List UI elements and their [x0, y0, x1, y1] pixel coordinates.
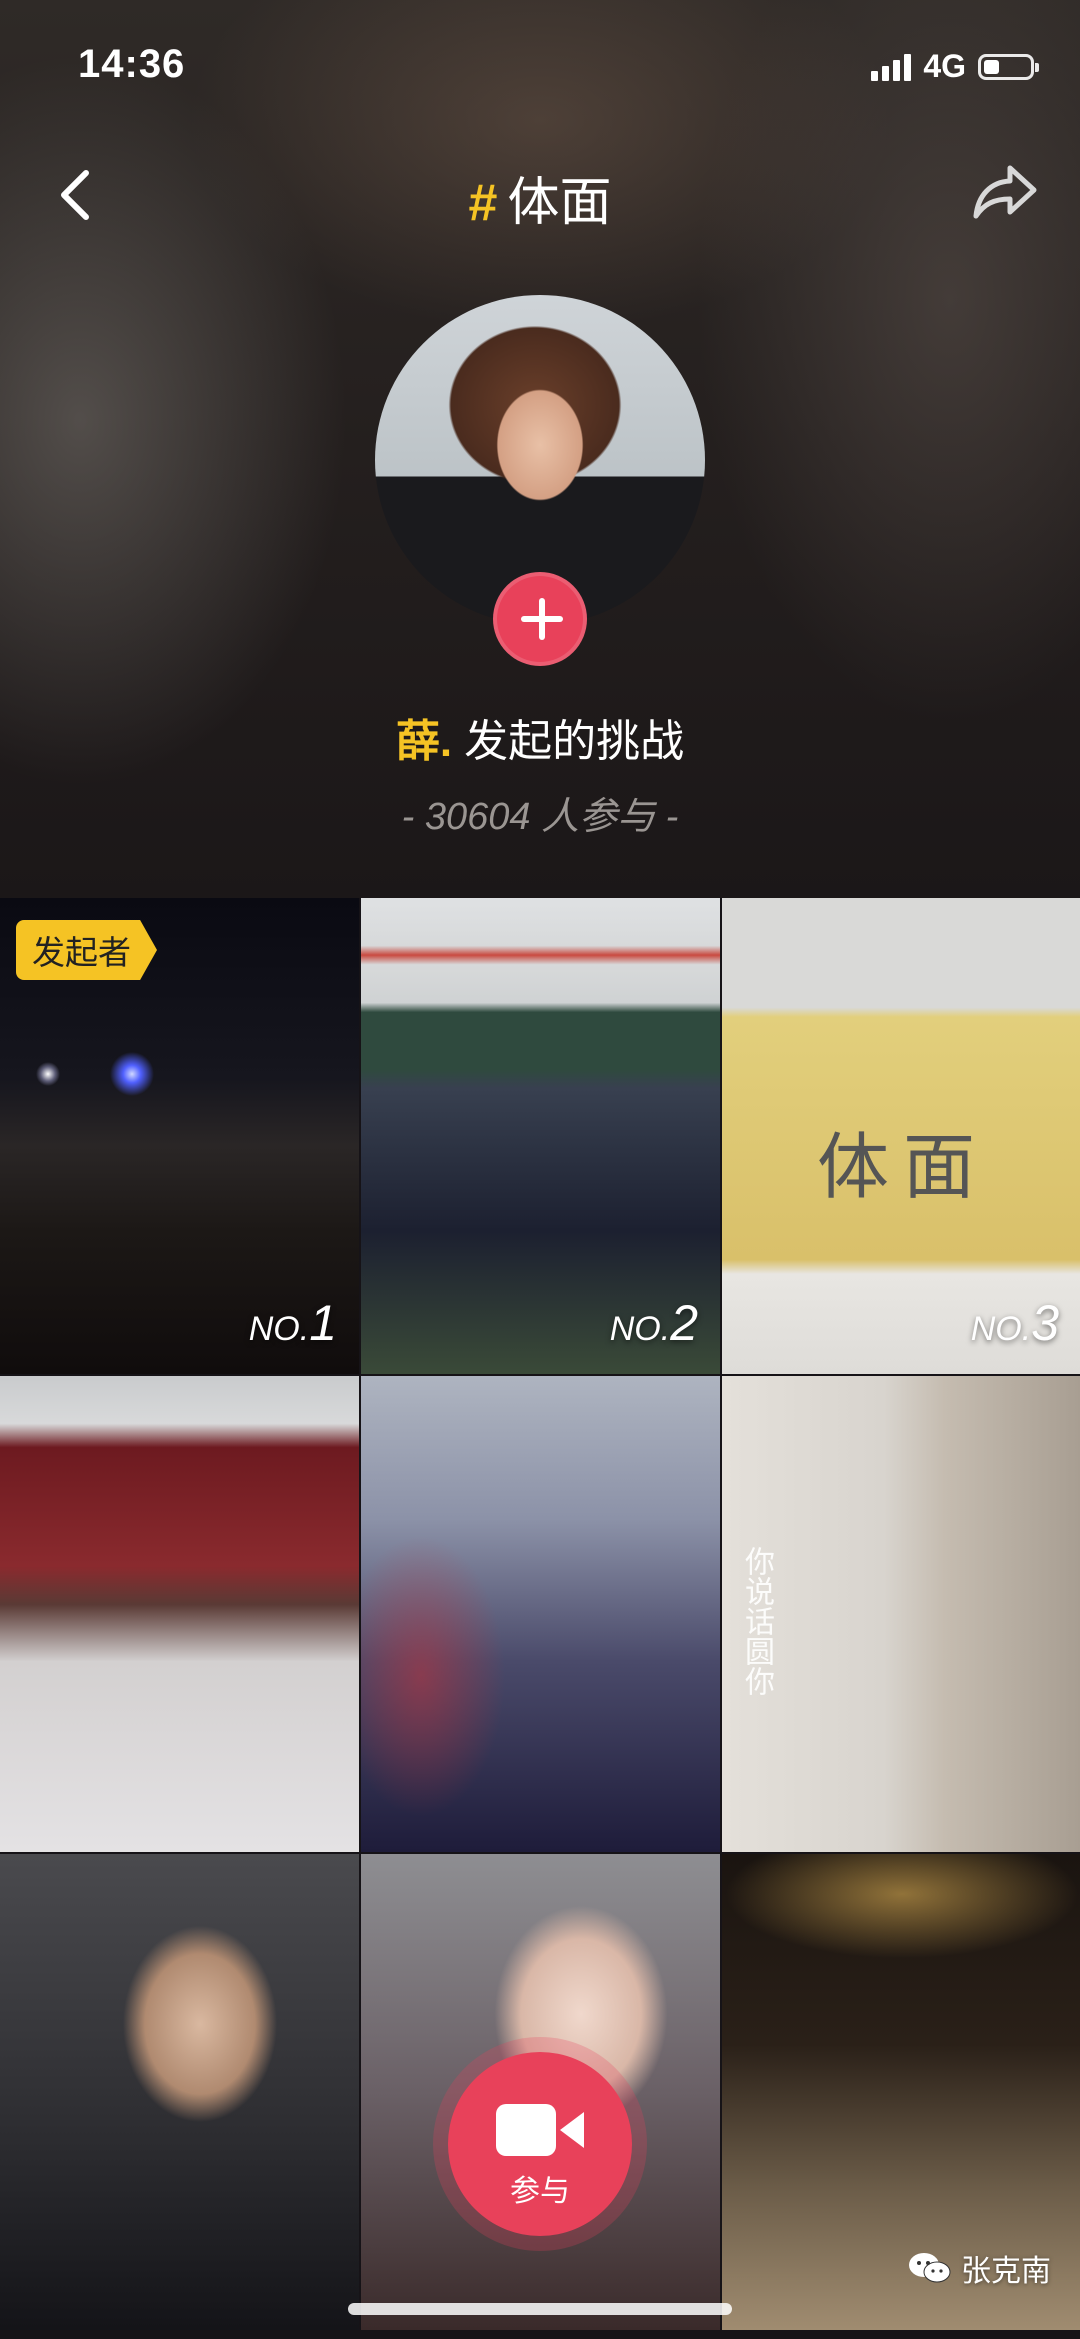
video-thumbnail-9[interactable]: 张克南: [722, 1854, 1080, 2330]
creator-name[interactable]: 薛.: [396, 717, 452, 766]
overlay-caption: 你说话圆你: [740, 1546, 773, 1696]
home-indicator[interactable]: [348, 2303, 732, 2315]
rank-number: 3: [1031, 1295, 1059, 1351]
join-button-label: 参与: [510, 2175, 570, 2208]
rank-number: 1: [309, 1295, 337, 1351]
watermark: 张克南: [907, 2246, 1051, 2290]
status-time: 14:36: [78, 42, 186, 86]
creator-badge: 发起者: [16, 920, 157, 980]
rank-prefix: NO.: [970, 1310, 1032, 1348]
video-thumbnail-5[interactable]: [361, 1376, 720, 1852]
share-arrow-icon: [973, 165, 1037, 219]
wechat-icon: [909, 2253, 951, 2283]
join-button[interactable]: 参与: [448, 2052, 632, 2236]
video-camera-icon: [496, 2104, 584, 2156]
share-button[interactable]: [970, 160, 1040, 220]
rank-prefix: NO.: [609, 1310, 671, 1348]
rank-number: 2: [670, 1295, 698, 1351]
rank-label-2: NO.2: [610, 1294, 698, 1352]
participant-count: - 30604 人参与 -: [401, 796, 679, 838]
hashtag-icon: #: [468, 174, 498, 232]
handwritten-note: 体面: [817, 1125, 990, 1209]
status-indicators: 4G: [871, 48, 1039, 85]
follow-plus-button[interactable]: [493, 572, 587, 666]
challenge-caption: 发起的挑战: [464, 717, 685, 766]
video-thumbnail-3[interactable]: 体面 NO.3: [722, 898, 1080, 1374]
rank-label-1: NO.1: [249, 1294, 337, 1352]
video-thumbnail-7[interactable]: [0, 1854, 359, 2330]
signal-icon: [871, 53, 912, 81]
video-thumbnail-1[interactable]: 发起者 NO.1: [0, 898, 359, 1374]
network-type: 4G: [923, 48, 966, 84]
rank-prefix: NO.: [248, 1310, 310, 1348]
rank-label-3: NO.3: [971, 1294, 1059, 1352]
page-title-text: 体面: [507, 174, 612, 232]
battery-icon: [978, 53, 1039, 80]
page-title: # 体面: [0, 160, 1080, 235]
watermark-text: 张克南: [961, 2255, 1051, 2288]
video-thumbnail-2[interactable]: NO.2: [361, 898, 720, 1374]
challenge-info: 薛. 发起的挑战: [0, 705, 1080, 769]
video-thumbnail-6[interactable]: 你说话圆你: [722, 1376, 1080, 1852]
video-thumbnail-4[interactable]: [0, 1376, 359, 1852]
